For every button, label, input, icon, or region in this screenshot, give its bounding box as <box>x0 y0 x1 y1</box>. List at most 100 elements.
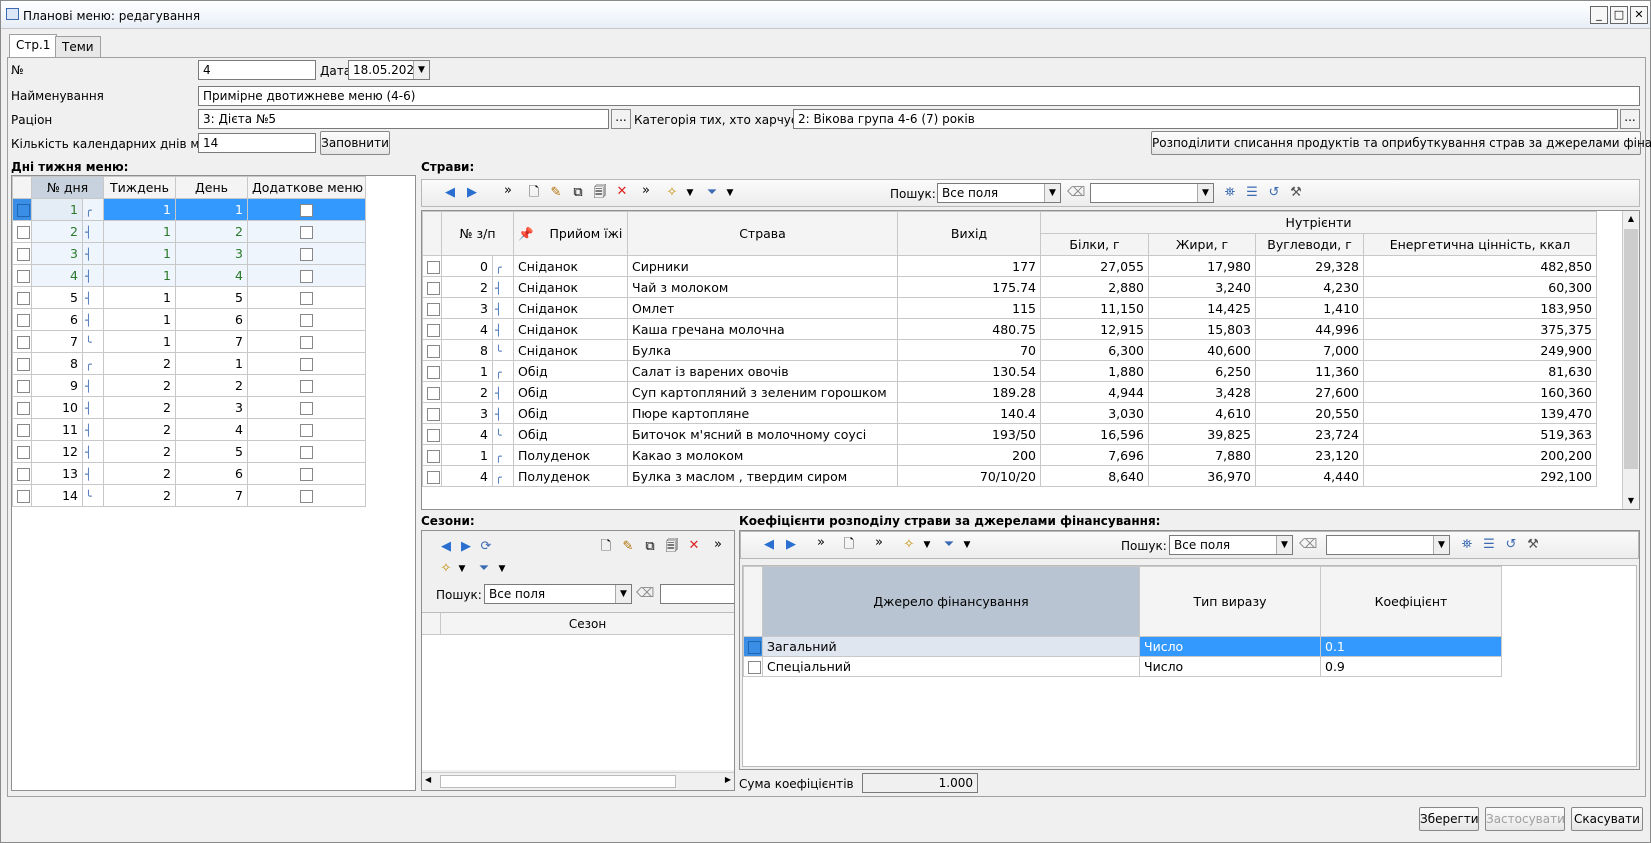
magic-wand-icon[interactable]: ✧ <box>664 185 680 201</box>
extra-menu-checkbox[interactable] <box>300 490 313 503</box>
dish-row[interactable]: 4 ┤ Сніданок Каша гречана молочна 480.75 12,9… <box>422 318 1598 340</box>
row-selector[interactable] <box>422 255 442 277</box>
extra-menu-checkbox[interactable] <box>300 380 313 393</box>
dishes-col-dish[interactable]: Страва <box>627 211 899 256</box>
row-selector[interactable] <box>12 330 32 353</box>
extra-menu-checkbox[interactable] <box>300 446 313 459</box>
filter-icon[interactable]: ⏷ <box>941 537 957 553</box>
days-row[interactable]: 7 ╰ 1 7 <box>12 330 366 353</box>
scroll-up-icon[interactable]: ▲ <box>1623 211 1639 227</box>
category-select-button[interactable]: ... <box>1620 109 1640 129</box>
tab-page1[interactable]: Стр.1 <box>9 34 58 58</box>
days-col-day[interactable]: День <box>175 176 248 199</box>
arrow-left-icon[interactable]: ◀ <box>761 537 777 553</box>
chevron-down-icon[interactable]: ▼ <box>454 561 470 577</box>
extra-menu-checkbox[interactable] <box>300 402 313 415</box>
dishes-col-num[interactable]: № з/п <box>440 211 515 256</box>
row-selector[interactable] <box>12 352 32 375</box>
row-checkbox[interactable] <box>427 281 440 295</box>
cancel-button[interactable]: Скасувати <box>1571 807 1643 831</box>
days-col-extra[interactable]: Додаткове меню <box>247 176 366 199</box>
delete-icon[interactable]: ✕ <box>686 538 702 554</box>
days-row[interactable]: 13 ┤ 2 6 <box>12 462 366 485</box>
days-row[interactable]: 9 ┤ 2 2 <box>12 374 366 397</box>
row-selector[interactable] <box>422 297 442 319</box>
dishes-col-kcal[interactable]: Енергетична цінність, ккал <box>1363 233 1598 256</box>
coef-row[interactable]: Загальний Число 0.1 <box>743 636 1502 657</box>
extra-menu-checkbox[interactable] <box>300 468 313 481</box>
extra-menu-checkbox[interactable] <box>300 204 313 217</box>
arrow-left-icon[interactable]: ◀ <box>442 185 458 201</box>
row-selector[interactable] <box>422 444 442 466</box>
dishes-col-carbs[interactable]: Вуглеводи, г <box>1255 233 1365 256</box>
magic-wand-icon[interactable]: ✧ <box>901 537 917 553</box>
chevron-down-icon[interactable]: ▼ <box>722 185 738 201</box>
row-checkbox[interactable] <box>427 428 440 442</box>
row-selector[interactable] <box>12 462 32 485</box>
fill-button[interactable]: Заповнити <box>320 131 390 155</box>
days-col-week[interactable]: Тиждень <box>103 176 176 199</box>
extra-menu-checkbox[interactable] <box>300 270 313 283</box>
eraser-icon[interactable]: ⌫ <box>636 586 654 602</box>
row-selector[interactable] <box>422 360 442 382</box>
seasons-col-season[interactable]: Сезон <box>441 613 734 635</box>
arrow-left-icon[interactable]: ◀ <box>438 539 454 555</box>
edit-icon[interactable]: ✎ <box>548 185 564 201</box>
coef-col-type[interactable]: Тип виразу <box>1139 566 1321 637</box>
seasons-hscrollbar[interactable]: ◀ ▶ <box>422 772 734 790</box>
num-input[interactable]: 4 <box>198 60 316 80</box>
dishes-col-meal[interactable]: 📌 Прийом їжі <box>513 211 629 256</box>
coef-search-input[interactable]: ▼ <box>1326 535 1450 555</box>
arrow-right-icon[interactable]: ▶ <box>783 537 799 553</box>
row-selector[interactable] <box>12 198 32 221</box>
more-icon[interactable]: » <box>813 535 829 551</box>
row-checkbox[interactable] <box>17 270 30 283</box>
apply-button[interactable]: Застосувати <box>1485 807 1565 831</box>
chevron-down-icon[interactable]: ▼ <box>1197 184 1213 202</box>
row-checkbox[interactable] <box>17 468 30 481</box>
more-icon[interactable]: » <box>500 183 516 199</box>
coef-search-scope[interactable]: Все поля ▼ <box>1169 535 1293 555</box>
chevron-down-icon[interactable]: ▼ <box>919 537 935 553</box>
days-row[interactable]: 11 ┤ 2 4 <box>12 418 366 441</box>
preview-icon[interactable]: 🗐 <box>592 185 608 201</box>
row-selector[interactable] <box>422 381 442 403</box>
dishes-col-fat[interactable]: Жири, г <box>1148 233 1257 256</box>
row-checkbox[interactable] <box>17 248 30 261</box>
row-selector[interactable] <box>12 220 32 243</box>
row-checkbox[interactable] <box>17 446 30 459</box>
days-row[interactable]: 1 ╭ 1 1 <box>12 198 366 221</box>
new-doc-icon[interactable]: 🗋 <box>598 539 614 555</box>
extra-menu-checkbox[interactable] <box>300 292 313 305</box>
dish-row[interactable]: 4 ╰ Обід Биточок м'ясний в молочному соусі 1… <box>422 423 1598 445</box>
row-checkbox[interactable] <box>17 402 30 415</box>
row-selector[interactable] <box>12 264 32 287</box>
row-checkbox[interactable] <box>17 358 30 371</box>
row-checkbox[interactable] <box>427 449 440 463</box>
eraser-icon[interactable]: ⌫ <box>1067 185 1085 201</box>
row-checkbox[interactable] <box>427 386 440 400</box>
list-icon[interactable]: ☰ <box>1244 185 1260 201</box>
date-picker[interactable]: 18.05.2021 ▼ <box>348 60 430 80</box>
row-checkbox[interactable] <box>17 490 30 503</box>
copy-icon[interactable]: ⧉ <box>642 539 658 555</box>
copy-icon[interactable]: ⧉ <box>570 185 586 201</box>
dish-row[interactable]: 4 ╭ Полуденок Булка з маслом , твердим сиро… <box>422 465 1598 487</box>
dish-row[interactable]: 8 ╰ Сніданок Булка 70 6,300 40,600 7,000 249,900 <box>422 339 1598 361</box>
row-selector[interactable] <box>422 423 442 445</box>
row-checkbox[interactable] <box>427 323 440 337</box>
scroll-down-icon[interactable]: ▼ <box>1623 493 1639 509</box>
row-checkbox[interactable] <box>17 380 30 393</box>
row-checkbox[interactable] <box>427 302 440 316</box>
days-row[interactable]: 3 ┤ 1 3 <box>12 242 366 265</box>
hammer-icon[interactable]: ⚒ <box>1288 185 1304 201</box>
hammer-icon[interactable]: ⚒ <box>1525 537 1541 553</box>
row-selector[interactable] <box>743 656 763 677</box>
dishes-search-scope[interactable]: Все поля ▼ <box>937 183 1061 203</box>
name-input[interactable]: Примірне двотижневе меню (4-6) <box>198 86 1640 106</box>
seasons-hscroll-thumb[interactable] <box>440 775 676 788</box>
binoculars-icon[interactable]: ⛯ <box>1222 185 1238 201</box>
row-selector[interactable] <box>422 276 442 298</box>
row-selector[interactable] <box>422 465 442 487</box>
extra-menu-checkbox[interactable] <box>300 336 313 349</box>
